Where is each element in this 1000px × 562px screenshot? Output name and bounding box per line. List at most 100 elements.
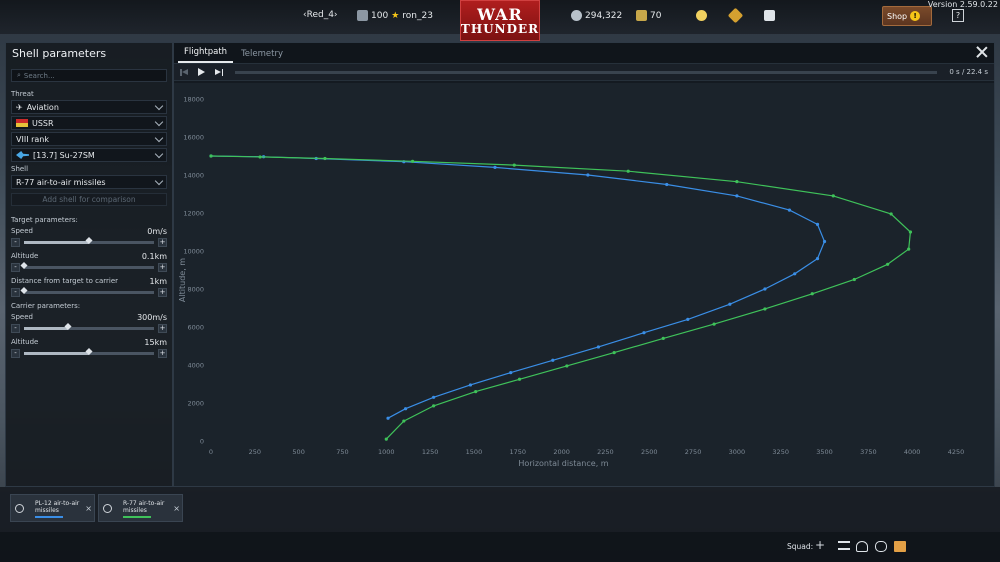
- carrier-speed-slider[interactable]: [24, 322, 154, 331]
- flightpath-panel: Flightpath Telemetry 0 s / 22.4 s 0 250 50…: [173, 42, 995, 487]
- x-tick-label: 1250: [422, 448, 439, 456]
- remove-icon[interactable]: ×: [85, 504, 92, 513]
- target-altitude-slider-row: - +: [11, 261, 167, 272]
- add-squad-icon[interactable]: +: [815, 538, 827, 552]
- target-speed-slider-row: - +: [11, 236, 167, 247]
- carrier-speed-slider-row: - +: [11, 322, 167, 333]
- search-icon: ⌕: [17, 71, 21, 79]
- target-speed-row: Speed 0m/s: [11, 227, 167, 236]
- vehicle-dropdown[interactable]: [13.7] Su-27SM: [11, 148, 167, 162]
- search-input[interactable]: ⌕ Search...: [11, 69, 167, 82]
- playback-time: 0 s / 22.4 s: [949, 68, 988, 76]
- target-altitude-label: Altitude: [11, 252, 39, 260]
- slider-thumb[interactable]: [20, 286, 28, 295]
- lightbulb-icon[interactable]: [696, 10, 707, 21]
- series-line-1: [210, 155, 826, 419]
- skip-back-icon[interactable]: [180, 68, 189, 77]
- battle-name[interactable]: ‹Red_4›: [303, 10, 338, 20]
- comparison-bar: PL-12 air-to-air missiles × R-77 air-to-…: [0, 487, 1000, 532]
- nation-value: USSR: [32, 118, 54, 128]
- x-tick-label: 4000: [904, 448, 921, 456]
- x-tick-label: 500: [292, 448, 304, 456]
- skip-forward-icon[interactable]: [214, 68, 223, 77]
- y-tick-label: 0: [200, 438, 204, 446]
- profile[interactable]: 100 ★ ron_23: [357, 10, 433, 21]
- series-point-2: [258, 155, 262, 159]
- target-speed-slider[interactable]: [24, 236, 154, 245]
- nation-dropdown[interactable]: USSR: [11, 116, 167, 130]
- series-point-1: [551, 358, 555, 362]
- mail-icon[interactable]: [894, 541, 906, 552]
- golden-eagles[interactable]: 70: [636, 10, 661, 21]
- decrease-button[interactable]: -: [11, 288, 20, 297]
- panel-title: Shell parameters: [12, 47, 107, 60]
- x-tick-label: 3000: [729, 448, 746, 456]
- y-tick-label: 6000: [187, 324, 204, 332]
- rank-dropdown[interactable]: VIII rank: [11, 132, 167, 146]
- series-point-1: [787, 208, 792, 212]
- shell-dropdown[interactable]: R-77 air-to-air missiles: [11, 175, 167, 189]
- shop-button[interactable]: Shop !: [882, 6, 932, 26]
- shell-card[interactable]: PL-12 air-to-air missiles ×: [10, 494, 95, 522]
- increase-button[interactable]: +: [158, 324, 167, 333]
- series-point-2: [810, 292, 814, 296]
- decrease-button[interactable]: -: [11, 238, 20, 247]
- x-tick-label: 1500: [466, 448, 483, 456]
- x-tick-label: 2250: [597, 448, 614, 456]
- decrease-button[interactable]: -: [11, 263, 20, 272]
- distance-slider[interactable]: [20, 286, 154, 295]
- decrease-button[interactable]: -: [11, 349, 20, 358]
- x-tick-label: 2750: [685, 448, 702, 456]
- shell-card[interactable]: R-77 air-to-air missiles ×: [98, 494, 183, 522]
- shop-alert-icon: !: [910, 11, 921, 21]
- squad-label: Squad:: [787, 542, 814, 551]
- series-point-1: [815, 222, 820, 226]
- increase-button[interactable]: +: [158, 349, 167, 358]
- tab-telemetry[interactable]: Telemetry: [235, 45, 289, 63]
- add-shell-comparison-button[interactable]: Add shell for comparison: [11, 193, 167, 206]
- distance-row: Distance from target to carrier 1km: [11, 277, 167, 286]
- logo-line-2: THUNDER: [460, 21, 540, 36]
- decrease-button[interactable]: -: [11, 324, 20, 333]
- series-point-1: [815, 257, 820, 261]
- close-icon[interactable]: [976, 46, 988, 58]
- slider-thumb[interactable]: [20, 261, 28, 270]
- series-point-2: [384, 437, 388, 441]
- playback-bar: 0 s / 22.4 s: [174, 64, 994, 81]
- battle-pass-icon[interactable]: [727, 7, 744, 24]
- threat-label: Threat: [11, 90, 34, 98]
- target-altitude-row: Altitude 0.1km: [11, 252, 167, 261]
- tab-flightpath[interactable]: Flightpath: [178, 43, 234, 63]
- remove-icon[interactable]: ×: [173, 504, 180, 513]
- series-point-2: [209, 154, 213, 158]
- series-legend-line: [35, 516, 63, 518]
- marketplace-icon[interactable]: [764, 10, 775, 21]
- playback-progress[interactable]: [235, 70, 938, 74]
- series-point-2: [763, 307, 767, 311]
- jet-icon: [16, 151, 29, 159]
- player-level: 100: [371, 10, 389, 21]
- carrier-altitude-slider[interactable]: [24, 347, 154, 356]
- rank-value: VIII rank: [16, 134, 49, 144]
- threat-type-dropdown[interactable]: ✈ Aviation: [11, 100, 167, 114]
- series-point-1: [763, 287, 767, 291]
- series-point-2: [612, 351, 616, 355]
- increase-button[interactable]: +: [158, 238, 167, 247]
- target-altitude-slider[interactable]: [20, 261, 154, 270]
- tab-bar: Flightpath Telemetry: [174, 43, 994, 64]
- chat-icon[interactable]: [875, 541, 887, 552]
- y-tick-label: 12000: [183, 210, 204, 218]
- silver-lions[interactable]: 294,322: [571, 10, 622, 21]
- contacts-icon[interactable]: [856, 541, 868, 552]
- help-button[interactable]: ?: [952, 9, 964, 22]
- carrier-altitude-slider-row: - +: [11, 347, 167, 358]
- play-icon[interactable]: [197, 67, 206, 77]
- series-point-1: [822, 239, 827, 244]
- username: ron_23: [402, 10, 433, 21]
- list-icon[interactable]: [838, 541, 850, 550]
- increase-button[interactable]: +: [158, 288, 167, 297]
- ussr-flag-icon: [16, 119, 28, 127]
- increase-button[interactable]: +: [158, 263, 167, 272]
- silver-lions-value: 294,322: [585, 10, 623, 21]
- series-point-2: [565, 364, 569, 368]
